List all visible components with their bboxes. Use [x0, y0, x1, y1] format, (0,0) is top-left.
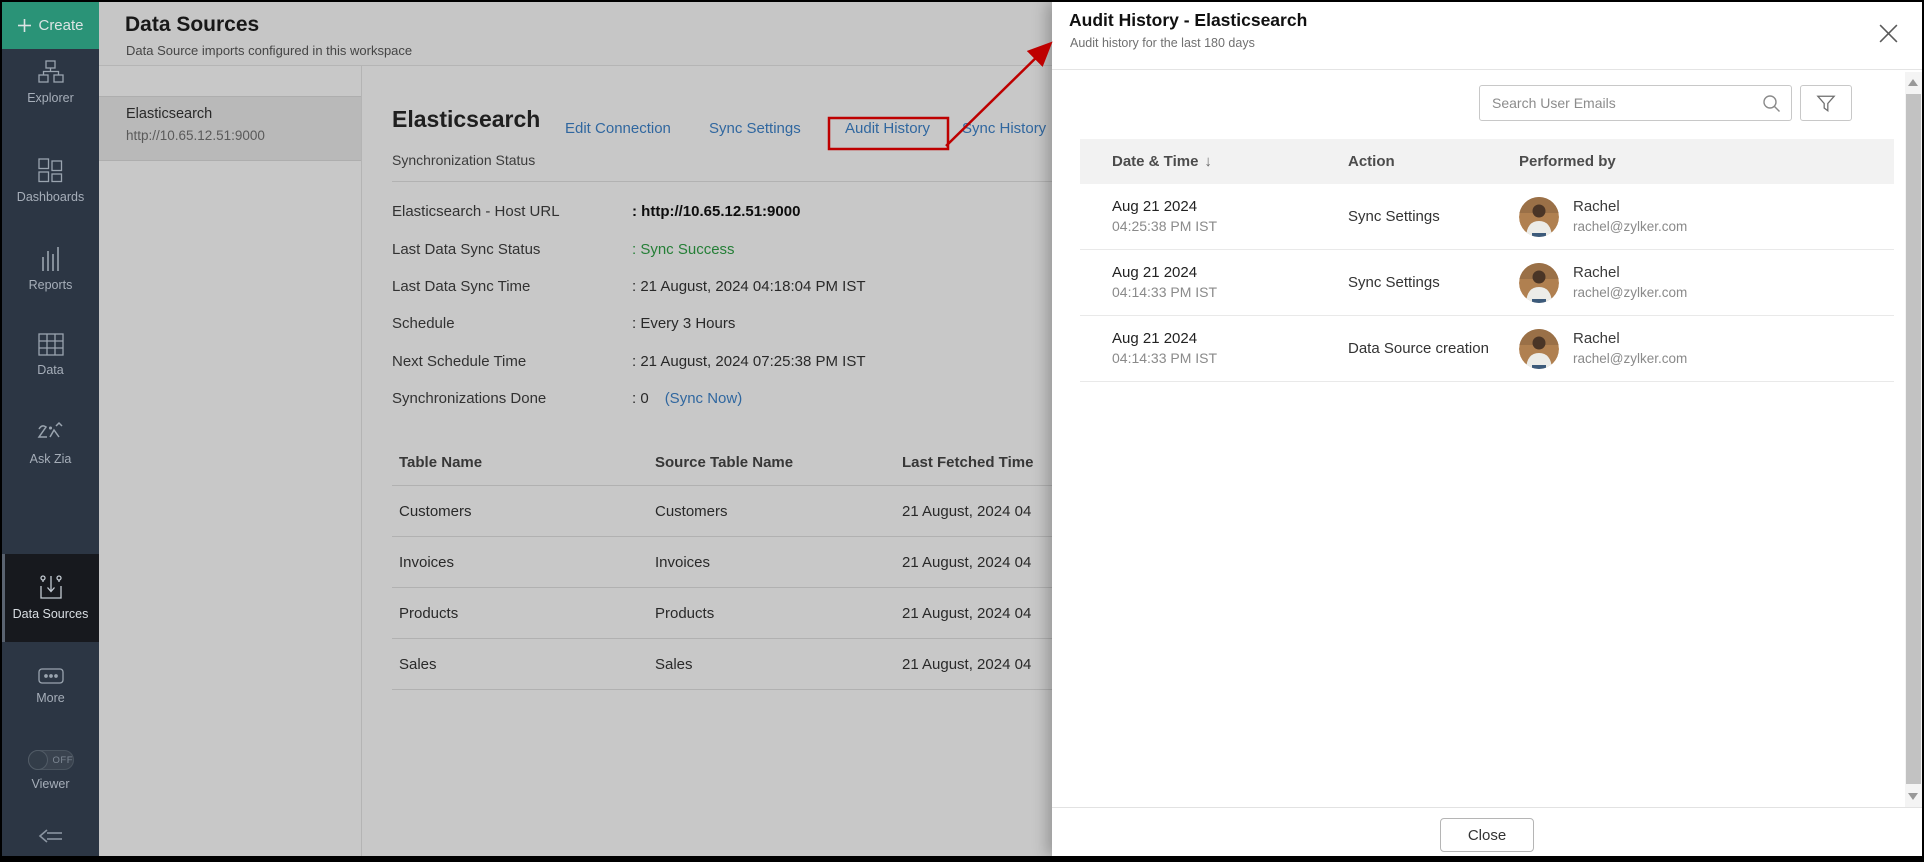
close-button[interactable]: Close — [1440, 818, 1534, 852]
sidebar-item-label: Data — [37, 363, 64, 377]
toggle-knob-icon — [27, 750, 48, 770]
sidebar-item-data-sources[interactable]: Data Sources — [2, 554, 99, 642]
panel-subtitle: Audit history for the last 180 days — [1070, 36, 1255, 50]
audit-time: 04:14:33 PM IST — [1112, 284, 1218, 301]
filter-icon — [1816, 95, 1836, 112]
performed-by-name: Rachel — [1573, 264, 1620, 282]
panel-header: Audit History - Elasticsearch Audit hist… — [1052, 2, 1922, 70]
collapse-sidebar-button[interactable] — [2, 828, 99, 844]
data-sources-icon — [39, 575, 62, 599]
create-button-label: Create — [38, 17, 84, 34]
ask-zia-icon — [37, 421, 63, 438]
collapse-sidebar-icon — [38, 829, 62, 843]
viewer-toggle-item: OFF Viewer — [2, 750, 99, 792]
sidebar-item-label: Reports — [28, 278, 73, 292]
sidebar-item-more[interactable]: More — [2, 668, 99, 706]
performed-by-email: rachel@zylker.com — [1573, 350, 1688, 366]
sidebar-item-data[interactable]: Data — [2, 333, 99, 378]
dashboards-icon — [38, 158, 63, 183]
audit-action: Sync Settings — [1348, 208, 1440, 225]
search-input[interactable] — [1480, 86, 1791, 120]
app-window: Create Explorer Dashboards Reports Data … — [0, 0, 1924, 862]
column-header-date[interactable]: Date & Time ↓ — [1112, 153, 1348, 170]
more-icon — [37, 668, 64, 684]
filter-button[interactable] — [1800, 85, 1852, 121]
viewer-toggle[interactable]: OFF — [27, 750, 74, 770]
sidebar-item-label: Data Sources — [12, 606, 89, 621]
data-icon — [37, 333, 64, 356]
create-button[interactable]: Create — [2, 2, 99, 49]
avatar — [1519, 262, 1559, 303]
sidebar-item-reports[interactable]: Reports — [2, 245, 99, 293]
audit-date: Aug 21 2024 — [1112, 198, 1198, 216]
panel-scrollbar[interactable] — [1905, 72, 1922, 807]
toggle-state-label: OFF — [52, 755, 73, 766]
panel-title: Audit History - Elasticsearch — [1069, 10, 1308, 30]
performed-by-email: rachel@zylker.com — [1573, 284, 1688, 300]
audit-time: 04:14:33 PM IST — [1112, 350, 1218, 367]
column-header-performed-by: Performed by — [1519, 153, 1616, 170]
scroll-down-icon[interactable] — [1908, 793, 1918, 800]
audit-row: Aug 21 2024 04:14:33 PM IST Data Source … — [1080, 316, 1894, 382]
audit-action: Sync Settings — [1348, 274, 1440, 291]
performed-by-email: rachel@zylker.com — [1573, 218, 1688, 234]
performed-by-name: Rachel — [1573, 330, 1620, 348]
sidebar-item-label: Dashboards — [16, 190, 85, 204]
sidebar-item-ask-zia[interactable]: Ask Zia — [2, 421, 99, 467]
sidebar-item-label: Ask Zia — [29, 452, 72, 466]
panel-footer: Close — [1052, 807, 1922, 856]
column-header-action: Action — [1348, 153, 1395, 170]
explorer-icon — [37, 60, 64, 83]
column-header-label: Date & Time — [1112, 153, 1199, 170]
reports-icon — [41, 247, 59, 271]
panel-close-button[interactable] — [1874, 19, 1902, 47]
plus-icon — [18, 19, 32, 32]
user-email-search — [1479, 85, 1792, 121]
audit-date: Aug 21 2024 — [1112, 330, 1198, 348]
audit-table-header: Date & Time ↓ Action Performed by — [1080, 139, 1894, 184]
scroll-up-icon[interactable] — [1908, 79, 1918, 86]
audit-date: Aug 21 2024 — [1112, 264, 1198, 282]
close-icon — [1879, 24, 1897, 42]
sidebar-item-dashboards[interactable]: Dashboards — [2, 158, 99, 205]
audit-action: Data Source creation — [1348, 340, 1489, 357]
sort-desc-icon: ↓ — [1204, 153, 1212, 170]
avatar — [1519, 196, 1559, 237]
sidebar: Create Explorer Dashboards Reports Data … — [2, 2, 99, 856]
audit-row: Aug 21 2024 04:14:33 PM IST Sync Setting… — [1080, 250, 1894, 316]
audit-table: Date & Time ↓ Action Performed by Aug 21 … — [1080, 139, 1894, 382]
screen: Create Explorer Dashboards Reports Data … — [2, 2, 1922, 856]
sidebar-item-label: Explorer — [27, 91, 74, 105]
performed-by-name: Rachel — [1573, 198, 1620, 216]
sidebar-item-label: More — [36, 691, 65, 705]
search-icon — [1763, 95, 1780, 112]
avatar — [1519, 328, 1559, 369]
active-indicator — [2, 554, 5, 642]
scrollbar-thumb[interactable] — [1906, 94, 1921, 784]
audit-history-panel: Audit History - Elasticsearch Audit hist… — [1052, 2, 1922, 856]
sidebar-item-explorer[interactable]: Explorer — [2, 60, 99, 106]
audit-time: 04:25:38 PM IST — [1112, 218, 1218, 235]
viewer-label: Viewer — [31, 777, 70, 791]
audit-row: Aug 21 2024 04:25:38 PM IST Sync Setting… — [1080, 184, 1894, 250]
